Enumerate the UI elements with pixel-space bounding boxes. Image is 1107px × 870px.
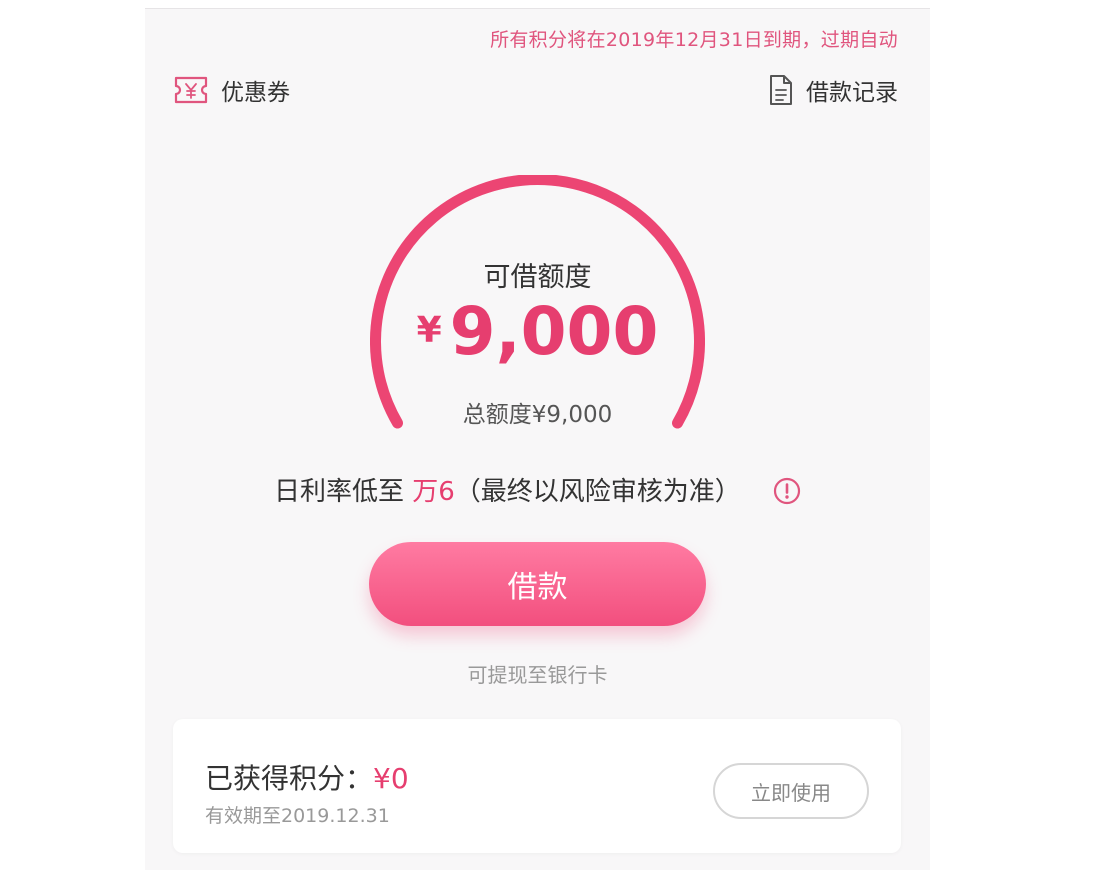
withdraw-hint: 可提现至银行卡 [467,663,608,687]
available-credit-amount: ¥9,000 [370,293,705,370]
expiry-notice: 所有积分将在2019年12月31日到期，过期自动 [490,29,898,51]
rate-prefix: 日利率低至 [273,477,404,507]
rate-suffix: （最终以风险审核为准） [454,477,741,507]
points-label: 已获得积分： [205,762,374,795]
info-icon[interactable] [773,477,801,505]
currency-symbol: ¥ [416,310,442,351]
borrow-button[interactable]: 借款 [369,542,706,626]
daily-rate-text: 日利率低至 万6（最终以风险审核为准） [145,471,930,508]
credit-gauge: 可借额度 ¥9,000 总额度¥9,000 [370,175,705,435]
points-value: ¥0 [373,762,409,795]
loan-records-label: 借款记录 [806,80,898,106]
points-title: 已获得积分：¥0 [205,757,409,797]
points-card: 已获得积分：¥0 有效期至2019.12.31 立即使用 [173,719,901,853]
total-credit: 总额度¥9,000 [462,402,613,428]
coupon-label: 优惠券 [221,80,290,106]
loan-records-button[interactable]: 借款记录 [768,73,898,107]
coupon-button[interactable]: 优惠券 [173,73,290,107]
available-credit-title: 可借额度 [483,262,592,293]
loan-panel: 所有积分将在2019年12月31日到期，过期自动 优惠券 借款记录 可借额度 ¥… [145,8,930,870]
credit-amount-value: 9,000 [449,293,659,370]
points-expiry: 有效期至2019.12.31 [205,805,390,827]
use-now-button[interactable]: 立即使用 [713,763,869,819]
rate-value: 万6 [412,477,455,507]
coupon-icon [173,75,209,105]
document-icon [768,74,794,106]
